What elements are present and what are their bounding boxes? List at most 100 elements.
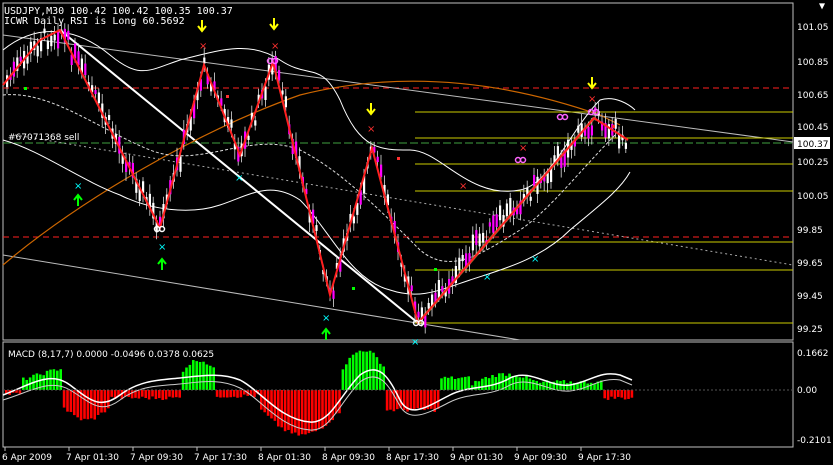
price-tick-label: 100.85 — [797, 58, 829, 68]
time-tick-label: 6 Apr 2009 — [2, 453, 52, 463]
candle-body — [478, 233, 481, 247]
macd-bar — [232, 390, 236, 397]
price-tick-label: 99.25 — [797, 325, 823, 335]
current-price-label: 100.37 — [797, 140, 829, 150]
macd-bar — [372, 352, 375, 390]
svg-text:×: × — [519, 143, 527, 154]
candle-body — [529, 196, 532, 201]
candle-body — [492, 215, 495, 233]
macd-bar — [610, 390, 613, 397]
macd-bar — [181, 371, 185, 390]
macd-bar — [154, 390, 158, 400]
candle-body — [67, 30, 70, 40]
time-tick-label: 7 Apr 17:30 — [194, 453, 247, 463]
time-tick-label: 8 Apr 01:30 — [258, 453, 311, 463]
macd-bar — [603, 390, 606, 399]
macd-bar — [100, 390, 103, 413]
macd-bar — [226, 390, 229, 398]
macd-bar — [42, 375, 45, 390]
macd-bar — [137, 390, 141, 399]
macd-bar — [158, 390, 161, 399]
candle-body — [437, 280, 440, 298]
macd-bar — [487, 378, 491, 390]
macd-bar — [518, 377, 521, 390]
macd-bar — [508, 373, 511, 390]
candle-body — [471, 234, 474, 251]
macd-bar — [491, 374, 494, 390]
price-axis: 101.05 100.85 100.65 100.45 100.25 100.05 99.8… — [797, 23, 829, 335]
macd-tick-label: 0.1662 — [797, 349, 829, 359]
main-panel-frame — [2, 2, 794, 341]
price-tick-label: 99.85 — [797, 226, 823, 236]
macd-bar — [532, 380, 535, 390]
macd-bar — [151, 390, 154, 397]
candle-body — [254, 120, 257, 126]
macd-bar — [535, 380, 538, 390]
band-upper — [2, 31, 636, 192]
macd-bar — [300, 390, 304, 435]
macd-bar — [239, 390, 243, 398]
time-tick-label: 8 Apr 17:30 — [386, 453, 439, 463]
macd-bar — [345, 364, 348, 390]
macd-bar — [447, 377, 450, 390]
time-axis: 6 Apr 2009 7 Apr 01:30 7 Apr 09:30 7 Apr 17… — [2, 447, 631, 463]
candle-body — [53, 34, 56, 41]
macd-bar — [436, 390, 440, 409]
macd-bar — [389, 390, 392, 410]
time-tick-label: 8 Apr 09:30 — [322, 453, 375, 463]
macd-bar — [630, 390, 634, 398]
order-label[interactable]: #67071368 sell — [8, 133, 79, 143]
macd-bar — [192, 360, 195, 390]
macd-bar — [86, 390, 90, 420]
svg-text:×: × — [271, 41, 279, 52]
macd-bar — [443, 376, 447, 390]
candle-body — [380, 164, 383, 178]
macd-bar — [171, 390, 175, 398]
macd-bar — [222, 390, 226, 398]
price-tick-label: 100.25 — [797, 158, 829, 168]
candle-body — [533, 174, 536, 186]
macd-bar — [49, 369, 52, 390]
price-chart-svg[interactable]: × × × × × × × × × × × × × #67071368 sell… — [0, 0, 833, 465]
macd-tick-label: -0.2101 — [797, 436, 832, 446]
candle-body — [264, 86, 267, 100]
candle-body — [247, 135, 250, 140]
macd-bar — [416, 390, 419, 409]
svg-text:×: × — [158, 242, 166, 253]
candles-group — [6, 20, 627, 334]
price-tick-label: 99.65 — [797, 259, 823, 269]
candle-body — [57, 31, 60, 49]
candle-body — [505, 203, 508, 217]
macd-bar — [375, 357, 379, 390]
svg-text:×: × — [199, 41, 207, 52]
macd-bar — [185, 367, 188, 390]
macd-bar — [450, 376, 453, 390]
fib-levels — [415, 111, 793, 324]
macd-bar — [164, 390, 168, 400]
macd-bar — [290, 390, 294, 434]
macd-bar — [219, 390, 222, 398]
macd-bar — [22, 377, 25, 390]
chart-window[interactable]: USDJPY,M30 100.42 100.42 100.35 100.37 I… — [0, 0, 833, 465]
macd-bar — [623, 390, 627, 400]
macd-bar — [613, 390, 617, 399]
macd-bar — [212, 367, 215, 390]
candle-body — [315, 225, 318, 231]
macd-label: MACD (8,17,7) 0.0000 -0.0496 0.0378 0.06… — [8, 350, 214, 360]
candle-body — [499, 205, 502, 221]
macd-bar — [385, 390, 389, 411]
macd-bar — [457, 378, 460, 390]
candle-body — [284, 96, 287, 108]
macd-bar — [317, 390, 321, 430]
candle-body — [417, 311, 420, 318]
macd-bar — [362, 351, 365, 390]
macd-bar — [263, 390, 266, 413]
macd-bar — [453, 379, 457, 390]
macd-bar — [617, 390, 620, 397]
candle-body — [553, 155, 556, 163]
candle-body — [475, 230, 478, 246]
macd-bar — [606, 390, 610, 400]
candle-body — [179, 156, 182, 172]
macd-bar — [18, 390, 22, 394]
macd-bar — [528, 378, 532, 390]
